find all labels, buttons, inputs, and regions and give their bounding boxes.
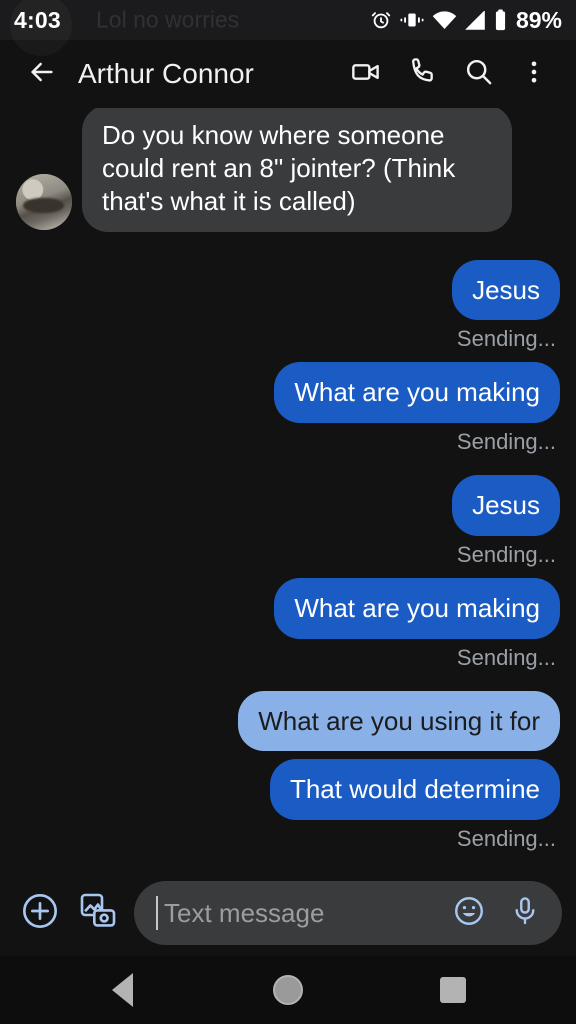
message-bubble-sent[interactable]: What are you making [274,362,560,423]
message-bubble-sent[interactable]: What are you making [274,577,560,639]
message-status: Sending... [456,541,556,567]
voice-input-button[interactable] [502,890,548,936]
message-row-sent[interactable]: Jesus [16,475,560,536]
nav-recents-button[interactable] [410,956,496,1024]
message-status: Sending... [456,826,556,851]
app-bar-actions [340,48,560,100]
message-row-sent[interactable]: Jesus [16,259,560,321]
conversation-thread[interactable]: 3:41 PM Do you know where someone could … [0,108,576,870]
cellular-signal-icon [465,10,486,30]
gallery-camera-button[interactable] [72,887,124,939]
status-bar-icons: 89% [370,7,562,34]
message-status: Sending... [456,326,556,352]
attach-button[interactable] [14,887,66,939]
vibrate-icon [400,10,424,30]
message-bubble-sent[interactable]: Jesus [452,259,560,321]
message-status: Sending... [456,644,556,670]
overflow-menu-button[interactable] [508,48,560,100]
message-bubble-sent[interactable]: That would determine [269,759,560,820]
avatar[interactable] [16,173,72,230]
emoji-icon [452,894,486,933]
home-circle-icon [272,975,303,1005]
recents-square-icon [440,977,467,1003]
status-bar: 4:03 Lol no worries 89% [0,0,576,40]
battery-percentage: 89% [515,6,562,33]
message-row-sent[interactable]: What are you making [16,362,560,423]
message-status: Sending... [456,429,556,454]
nav-home-button[interactable] [245,956,331,1024]
wifi-icon [432,10,457,30]
message-row-sent-highlighted[interactable]: What are you using it for [16,690,560,752]
message-bubble-sent-highlighted[interactable]: What are you using it for [238,690,560,752]
messaging-app-screen: 4:03 Lol no worries 89% Arthur Connor Do… [0,0,576,1024]
system-navigation-bar [0,956,576,1024]
message-row-sent[interactable]: What are you making [16,577,560,639]
back-arrow-icon [26,56,58,93]
search-button[interactable] [452,48,504,100]
page-title[interactable]: Arthur Connor [78,58,254,90]
app-bar: Arthur Connor [0,40,576,108]
search-icon [463,56,494,92]
notification-ticker-text: Lol no worries [96,6,240,33]
plus-circle-icon [20,891,60,936]
message-input-bar: Text message [0,870,576,956]
status-bar-clock: 4:03 [14,6,61,33]
text-cursor [156,896,158,930]
nav-back-button[interactable] [80,956,166,1024]
phone-call-button[interactable] [396,48,448,100]
message-bubble-sent[interactable]: Jesus [452,475,560,536]
alarm-clock-icon [370,9,392,31]
video-call-button[interactable] [340,48,392,100]
message-bubble-received[interactable]: Do you know where someone could rent an … [82,108,512,232]
message-input-placeholder: Text message [164,897,325,928]
gallery-camera-icon [78,891,118,936]
battery-icon [494,9,507,31]
overflow-menu-icon [520,58,548,91]
message-row-received[interactable]: Do you know where someone could rent an … [16,108,560,232]
message-row-sent[interactable]: That would determine [16,759,560,820]
phone-call-icon [407,56,438,92]
video-call-icon [350,56,382,93]
emoji-button[interactable] [446,890,492,936]
back-triangle-icon [112,973,134,1007]
message-input-field[interactable]: Text message [134,881,562,945]
microphone-icon [509,895,541,932]
back-button[interactable] [22,54,62,94]
